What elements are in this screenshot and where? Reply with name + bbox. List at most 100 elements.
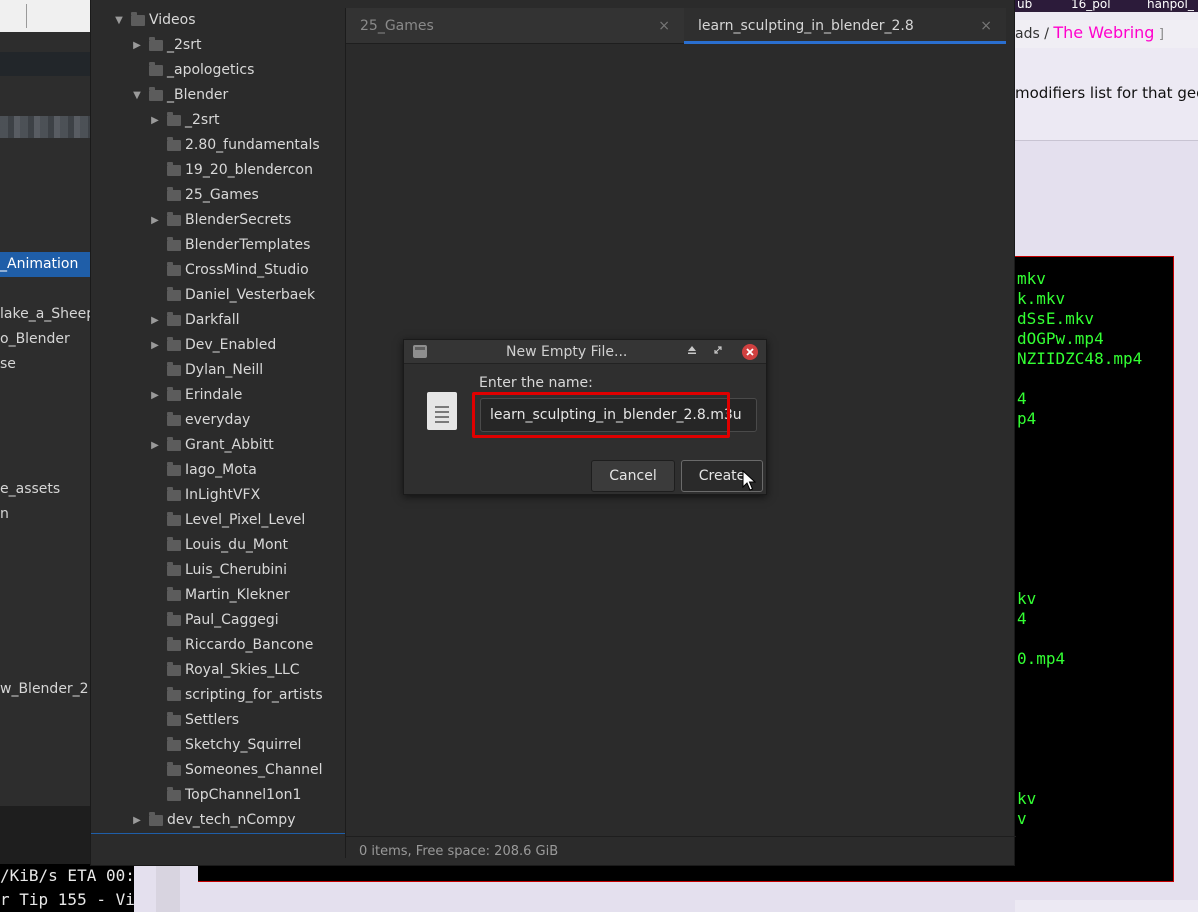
webring-link[interactable]: The Webring xyxy=(1053,23,1154,42)
cancel-button[interactable]: Cancel xyxy=(591,460,675,492)
folder-icon xyxy=(131,12,145,26)
top-bar-item[interactable]: ub xyxy=(1017,0,1032,11)
left-app-blurred-text xyxy=(0,116,90,138)
bottom-background-strip xyxy=(134,862,1015,912)
tree-row[interactable]: ▶ Darkfall xyxy=(91,308,345,333)
tab-learn-sculpting[interactable]: learn_sculpting_in_blender_2.8 × xyxy=(684,8,1006,44)
dialog-titlebar[interactable]: New Empty File... xyxy=(404,340,766,364)
tree-row[interactable]: ▶ Erindale xyxy=(91,383,345,408)
tree-row[interactable]: scripting_for_artists xyxy=(91,683,345,708)
scrollbar[interactable] xyxy=(156,862,180,912)
folder-name: Iago_Mota xyxy=(185,462,257,478)
status-bar: 0 items, Free space: 208.6 GiB xyxy=(346,836,1016,866)
tree-row[interactable]: ▶ Grant_Abbitt xyxy=(91,433,345,458)
eject-icon[interactable] xyxy=(683,343,701,361)
top-bar-item[interactable]: hanpol_ xyxy=(1147,0,1194,11)
folder-name: CrossMind_Studio xyxy=(185,262,309,278)
tree-row[interactable]: Dylan_Neill xyxy=(91,358,345,383)
folder-name: BlenderTemplates xyxy=(185,237,311,253)
tree-row[interactable]: ▶ BlenderSecrets xyxy=(91,208,345,233)
tree-row[interactable]: ▶ _2srt xyxy=(91,33,345,58)
folder-name: Louis_du_Mont xyxy=(185,537,288,553)
tab-label: 25_Games xyxy=(360,18,434,34)
folder-icon xyxy=(167,462,181,476)
breadcrumb: ads / The Webring ] xyxy=(1015,20,1198,48)
terminal-line: kv xyxy=(1017,589,1037,608)
folder-icon xyxy=(149,87,163,101)
breadcrumb-prefix: ads / xyxy=(1015,26,1049,42)
tree-row[interactable]: Luis_Cherubini xyxy=(91,558,345,583)
terminal-line: NZIIDZC48.mp4 xyxy=(1017,349,1143,368)
tree-row[interactable]: TopChannel1on1 xyxy=(91,783,345,808)
collapsed-arrow-icon[interactable]: ▶ xyxy=(149,383,161,408)
tree-row[interactable]: everyday xyxy=(91,408,345,433)
tree-row[interactable]: BlenderTemplates xyxy=(91,233,345,258)
collapsed-arrow-icon[interactable]: ▶ xyxy=(149,308,161,333)
folder-name: InLightVFX xyxy=(185,487,261,503)
tree-row[interactable]: Daniel_Vesterbaek xyxy=(91,283,345,308)
tree-row[interactable]: 19_20_blendercon xyxy=(91,158,345,183)
tree-row[interactable]: ▶ Dev_Enabled xyxy=(91,333,345,358)
folder-icon xyxy=(167,412,181,426)
filename-input[interactable]: learn_sculpting_in_blender_2.8.m3u xyxy=(480,398,757,432)
collapsed-arrow-icon[interactable]: ▶ xyxy=(131,33,143,58)
tree-row[interactable]: _apologetics xyxy=(91,58,345,83)
close-icon[interactable] xyxy=(742,344,758,360)
folder-name: Daniel_Vesterbaek xyxy=(185,287,316,303)
app-icon xyxy=(413,345,427,358)
folder-icon xyxy=(167,562,181,576)
tree-row[interactable]: ▶ dev_tech_nCompy xyxy=(91,808,345,833)
tree-row[interactable]: Martin_Klekner xyxy=(91,583,345,608)
expanded-arrow-icon[interactable]: ▼ xyxy=(113,8,125,33)
left-app-item[interactable]: e_assets xyxy=(0,477,90,502)
folder-icon xyxy=(167,637,181,651)
page-text: modifiers list for that geom xyxy=(1015,84,1198,102)
tree-row[interactable]: Settlers xyxy=(91,708,345,733)
tab-25-games[interactable]: 25_Games × xyxy=(346,8,684,44)
tree-row[interactable]: Sketchy_Squirrel xyxy=(91,733,345,758)
folder-icon xyxy=(167,287,181,301)
left-app-item[interactable]: _Animation xyxy=(0,252,90,277)
terminal-line: dOGPw.mp4 xyxy=(1017,329,1104,348)
top-bar-item[interactable]: 16_pol xyxy=(1071,0,1111,11)
tree-row[interactable]: ▼ _Blender xyxy=(91,83,345,108)
collapsed-arrow-icon[interactable]: ▶ xyxy=(149,108,161,133)
tree-row[interactable]: 2.80_fundamentals xyxy=(91,133,345,158)
folder-tree[interactable]: ▼ Videos ▶ _2srt _apologetics ▼ _Blender ▶ _2srt… xyxy=(91,8,345,834)
tree-row[interactable]: Royal_Skies_LLC xyxy=(91,658,345,683)
folder-icon xyxy=(167,787,181,801)
tree-row[interactable]: learn_sculpting_in_blender_2.8 xyxy=(91,833,345,834)
tree-row[interactable]: Iago_Mota xyxy=(91,458,345,483)
collapsed-arrow-icon[interactable]: ▶ xyxy=(149,333,161,358)
left-app-item[interactable]: o_Blender xyxy=(0,327,90,352)
tree-row[interactable]: Riccardo_Bancone xyxy=(91,633,345,658)
left-app-item[interactable]: lake_a_Sheep xyxy=(0,302,90,327)
close-icon[interactable]: × xyxy=(980,8,992,44)
tree-row[interactable]: Louis_du_Mont xyxy=(91,533,345,558)
left-app-item[interactable]: se xyxy=(0,352,90,377)
terminal-line: kv xyxy=(1017,789,1037,808)
folder-name: Martin_Klekner xyxy=(185,587,290,603)
collapsed-arrow-icon[interactable]: ▶ xyxy=(149,433,161,458)
folder-icon xyxy=(167,737,181,751)
folder-icon xyxy=(167,612,181,626)
folder-name: _2srt xyxy=(185,112,220,128)
tree-row[interactable]: CrossMind_Studio xyxy=(91,258,345,283)
expanded-arrow-icon[interactable]: ▼ xyxy=(131,83,143,108)
tree-row[interactable]: Level_Pixel_Level xyxy=(91,508,345,533)
tree-row[interactable]: InLightVFX xyxy=(91,483,345,508)
mouse-cursor-icon xyxy=(742,470,756,491)
left-app-item[interactable]: n xyxy=(0,502,90,527)
restore-icon[interactable] xyxy=(709,343,727,361)
left-app-item[interactable]: w_Blender_2.8 xyxy=(0,677,90,702)
collapsed-arrow-icon[interactable]: ▶ xyxy=(149,208,161,233)
tree-row[interactable]: Someones_Channel xyxy=(91,758,345,783)
folder-icon xyxy=(167,762,181,776)
tree-row[interactable]: ▼ Videos xyxy=(91,8,345,33)
close-icon[interactable]: × xyxy=(658,8,670,44)
collapsed-arrow-icon[interactable]: ▶ xyxy=(131,808,143,833)
folder-name: TopChannel1on1 xyxy=(185,787,302,803)
tree-row[interactable]: 25_Games xyxy=(91,183,345,208)
tree-row[interactable]: Paul_Caggegi xyxy=(91,608,345,633)
tree-row[interactable]: ▶ _2srt xyxy=(91,108,345,133)
